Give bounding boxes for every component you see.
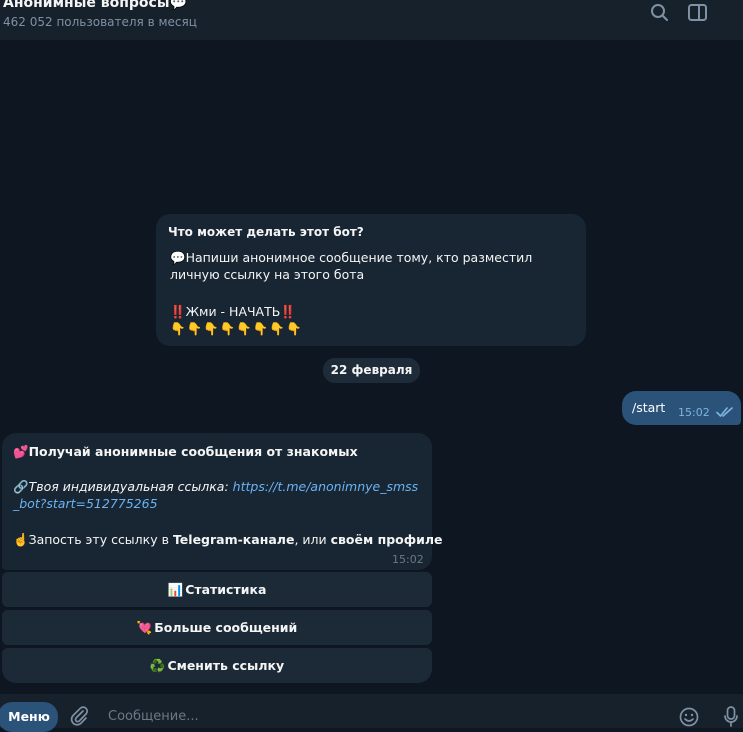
incoming-message-link-line: 🔗Твоя индивидуальная ссылка: https://t.m… (13, 478, 423, 512)
line3-channel: Telegram-канале (172, 532, 295, 547)
line3-middle: , или (294, 532, 331, 547)
keyboard-button-label: Статистика (185, 582, 267, 597)
message-input[interactable] (102, 706, 668, 726)
keyboard-button-statistics[interactable]: 📊 Статистика (2, 572, 432, 607)
read-checkmarks-icon (716, 407, 733, 417)
microphone-icon[interactable] (723, 705, 739, 727)
date-separator: 22 февраля (323, 358, 420, 383)
chat-subtitle: 462 052 пользователя в месяц (3, 15, 197, 29)
recycle-icon: ♻️ (149, 658, 166, 673)
incoming-message-line1: 💕Получай анонимные сообщения от знакомых (13, 444, 358, 459)
bot-description-pointers: 👇👇👇👇👇👇👇👇 (170, 321, 303, 336)
bot-description-card: Что может делать этот бот? 💬Напиши анони… (156, 214, 586, 346)
outgoing-message[interactable]: /start 15:02 (622, 391, 741, 425)
bot-description-text: 💬Напиши анонимное сообщение тому, кто ра… (170, 250, 533, 282)
chat-title[interactable]: Анонимные вопросы💬 (3, 0, 187, 12)
search-icon (651, 4, 668, 21)
message-list[interactable]: Что может делать этот бот? 💬Напиши анони… (0, 40, 743, 694)
link-label: Твоя индивидуальная ссылка: (28, 479, 233, 494)
incoming-message-time: 15:02 (392, 553, 424, 566)
heart-icon: 💘 (136, 620, 153, 635)
keyboard-button-label: Сменить ссылку (167, 658, 285, 673)
incoming-message-line3: ☝️Запость эту ссылку в Telegram-канале, … (13, 531, 443, 548)
sidebar-toggle-icon (688, 4, 707, 21)
search-button[interactable] (648, 2, 672, 24)
chat-header: Анонимные вопросы💬 462 052 пользователя … (0, 0, 743, 40)
incoming-message[interactable]: 💕Получай анонимные сообщения от знакомых… (2, 433, 443, 570)
line3-profile: своём профиле (330, 532, 443, 547)
chart-icon: 📊 (167, 582, 184, 597)
keyboard-button-label: Больше сообщений (154, 620, 298, 635)
outgoing-message-text: /start (632, 400, 666, 415)
outgoing-message-time: 15:02 (678, 406, 710, 419)
emoji-icon[interactable] (678, 706, 700, 728)
link-icon: 🔗 (13, 479, 29, 494)
line3-prefix: ☝️Запость эту ссылку в (13, 532, 173, 547)
keyboard-button-change-link[interactable]: ♻️ Сменить ссылку (2, 648, 432, 683)
sidebar-toggle-button[interactable] (686, 2, 710, 24)
keyboard-button-more-messages[interactable]: 💘 Больше сообщений (2, 610, 432, 645)
paperclip-icon[interactable] (68, 704, 90, 726)
bot-description-heading: Что может делать этот бот? (168, 225, 364, 239)
bot-description-cta: ‼️Жми - НАЧАТЬ‼️ (170, 304, 296, 319)
message-composer: Меню (0, 694, 743, 732)
